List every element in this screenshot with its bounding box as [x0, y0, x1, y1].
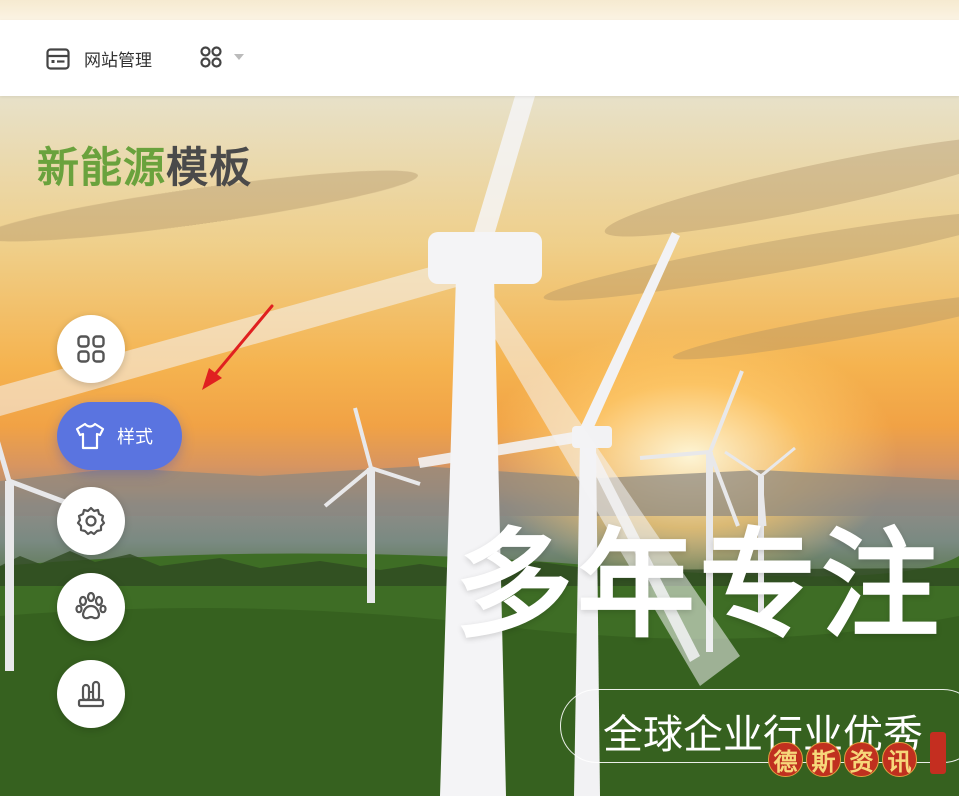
grid-icon [77, 335, 105, 363]
watermark-stamp [930, 732, 946, 774]
tshirt-icon [75, 422, 105, 450]
watermark-char: 德 [768, 742, 803, 777]
sidebar-item-style[interactable]: 样式 [57, 402, 182, 470]
watermark-char: 斯 [806, 742, 841, 777]
site-logo: 新能源模板 [37, 134, 252, 195]
grid-apps-icon [200, 46, 222, 68]
watermark: 德 斯 资 讯 [768, 742, 917, 777]
top-strip [0, 0, 959, 20]
site-manage-button[interactable]: 网站管理 [46, 46, 152, 71]
sidebar-item-tools[interactable] [57, 660, 125, 728]
site-manage-label: 网站管理 [84, 51, 152, 71]
sidebar-item-paw[interactable] [57, 573, 125, 641]
pencil-holder-icon [77, 680, 105, 708]
logo-dark-text: 模板 [166, 143, 253, 192]
caret-down-icon [234, 54, 244, 60]
browser-window-icon [46, 47, 70, 70]
apps-menu-button[interactable] [200, 46, 244, 68]
paw-icon [75, 592, 107, 620]
logo-green-text: 新能源 [37, 143, 167, 192]
sidebar-item-label: 样式 [117, 427, 153, 448]
gear-icon [76, 506, 106, 536]
top-toolbar: 网站管理 [0, 20, 959, 96]
sidebar-item-layout[interactable] [57, 315, 125, 383]
sidebar-item-settings[interactable] [57, 487, 125, 555]
hero-headline: 多年专注 [455, 516, 944, 654]
watermark-char: 资 [844, 742, 879, 777]
watermark-char: 讯 [882, 742, 917, 777]
